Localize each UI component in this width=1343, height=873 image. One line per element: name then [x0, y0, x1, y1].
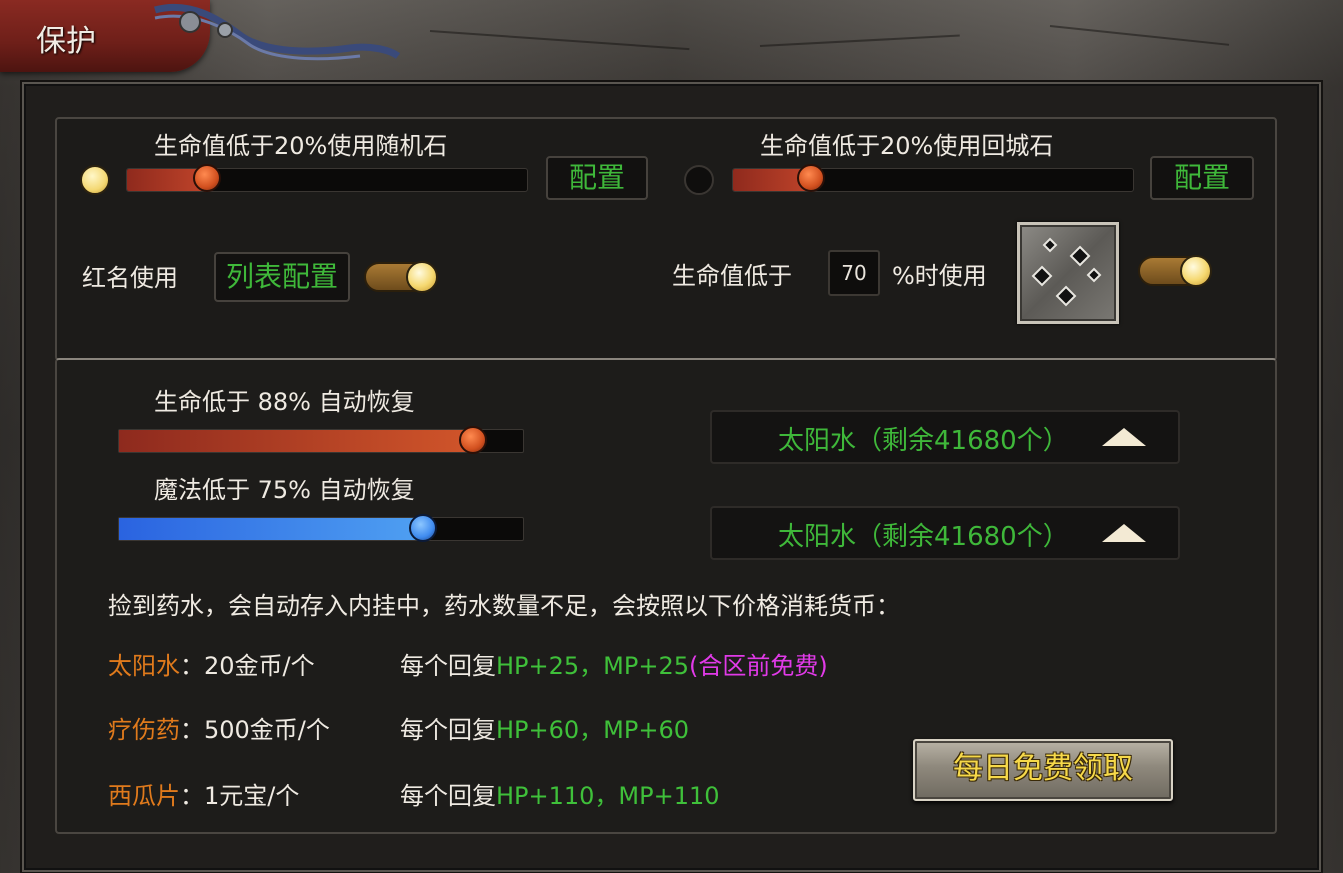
- hp-threshold-input[interactable]: 70: [828, 250, 880, 296]
- hp-threshold-suffix: %时使用: [892, 262, 987, 290]
- mp-recover-label: 魔法低于 75% 自动恢复: [154, 476, 415, 504]
- hp-slider-handle[interactable]: [459, 426, 487, 454]
- dragon-ornament-icon: [154, 3, 400, 61]
- dropdown-arrow-icon: [1102, 524, 1146, 542]
- dropdown-arrow-icon: [1102, 428, 1146, 446]
- hp-potion-dropdown[interactable]: 太阳水（剩余41680个）: [710, 410, 1180, 464]
- hp-recover-slider[interactable]: [118, 426, 524, 454]
- random-stone-radio[interactable]: [80, 165, 110, 195]
- potion-row: 太阳水：20金币/个: [108, 646, 315, 681]
- hp-recover-label: 生命低于 88% 自动恢复: [154, 388, 415, 416]
- mp-bar-fill: [119, 518, 423, 540]
- return-stone-rule-label: 生命值低于20%使用回城石: [760, 132, 1054, 160]
- potion-row: 西瓜片：1元宝/个: [108, 776, 299, 811]
- currency-notice: 捡到药水，会自动存入内挂中，药水数量不足，会按照以下价格消耗货币：: [108, 592, 900, 620]
- window-title: 保护: [36, 24, 96, 59]
- list-config-button[interactable]: 列表配置: [214, 252, 350, 302]
- scatter-diamond-icon: [1031, 237, 1102, 307]
- slider-handle[interactable]: [193, 164, 221, 192]
- random-stone-config-button[interactable]: 配置: [546, 156, 648, 200]
- potion-effect: 每个回复HP+25，MP+25(合区前免费): [400, 646, 828, 681]
- potion-name: 太阳水: [108, 652, 180, 680]
- free-note: (合区前免费): [689, 652, 828, 680]
- daily-free-claim-button[interactable]: 每日免费领取: [913, 739, 1173, 801]
- effect-value: HP+110，MP+110: [496, 782, 720, 810]
- return-stone-radio[interactable]: [684, 165, 714, 195]
- random-stone-rule-label: 生命值低于20%使用随机石: [154, 132, 448, 160]
- skill-slot-icon[interactable]: [1017, 222, 1119, 324]
- effect-prefix: 每个回复: [400, 652, 496, 680]
- random-stone-slider[interactable]: [126, 164, 528, 192]
- mp-slider-handle[interactable]: [409, 514, 437, 542]
- potion-row: 疗伤药：500金币/个: [108, 710, 330, 745]
- hp-bar-fill: [119, 430, 475, 452]
- effect-value: HP+25，MP+25: [496, 652, 689, 680]
- stone-crack: [1049, 25, 1230, 46]
- mp-potion-dropdown[interactable]: 太阳水（剩余41680个）: [710, 506, 1180, 560]
- potion-effect: 每个回复HP+60，MP+60: [400, 710, 689, 745]
- potion-price: ：20金币/个: [180, 652, 315, 680]
- mp-potion-selected: 太阳水（剩余41680个）: [778, 522, 1069, 552]
- potion-effect: 每个回复HP+110，MP+110: [400, 776, 720, 811]
- return-stone-config-button[interactable]: 配置: [1150, 156, 1254, 200]
- hp-skill-toggle[interactable]: [1138, 255, 1212, 287]
- effect-prefix: 每个回复: [400, 782, 496, 810]
- toggle-knob: [1180, 255, 1212, 287]
- hp-threshold-label: 生命值低于: [672, 262, 792, 290]
- slider-handle[interactable]: [797, 164, 825, 192]
- potion-name: 西瓜片: [108, 782, 180, 810]
- effect-value: HP+60，MP+60: [496, 716, 689, 744]
- red-name-toggle[interactable]: [364, 261, 438, 293]
- potion-name: 疗伤药: [108, 716, 180, 744]
- toggle-knob: [406, 261, 438, 293]
- mp-recover-slider[interactable]: [118, 514, 524, 542]
- hp-potion-selected: 太阳水（剩余41680个）: [778, 426, 1069, 456]
- effect-prefix: 每个回复: [400, 716, 496, 744]
- potion-price: ：500金币/个: [180, 716, 330, 744]
- stone-crack: [429, 30, 690, 51]
- red-name-label: 红名使用: [82, 264, 178, 292]
- return-stone-slider[interactable]: [732, 164, 1134, 192]
- potion-price: ：1元宝/个: [180, 782, 300, 810]
- stone-crack: [759, 34, 960, 47]
